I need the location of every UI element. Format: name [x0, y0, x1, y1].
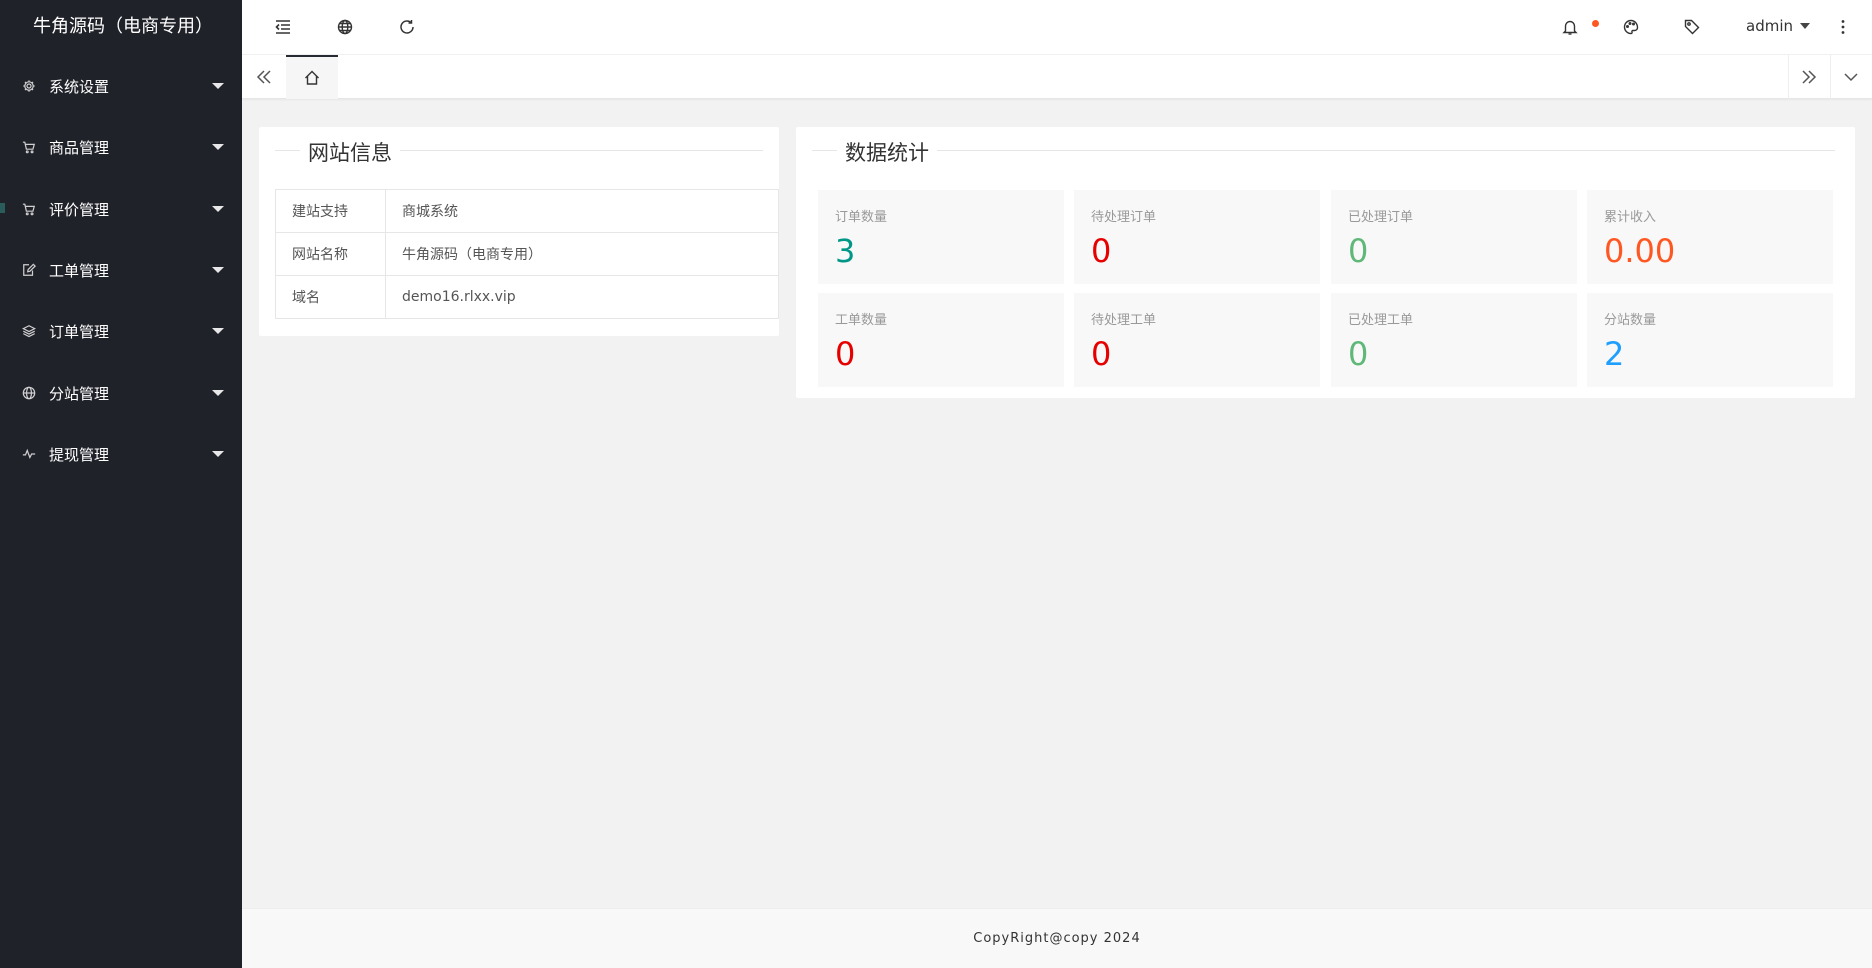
- top-header: admin: [242, 0, 1872, 55]
- username-label: admin: [1746, 17, 1793, 35]
- stat-value: 0.00: [1604, 232, 1676, 270]
- stat-label: 待处理订单: [1091, 210, 1157, 225]
- caret-down-icon: [212, 83, 224, 89]
- tab-home[interactable]: [286, 55, 338, 99]
- tab-scroll-right-icon[interactable]: [1788, 55, 1828, 99]
- stat-label: 工单数量: [835, 313, 888, 328]
- info-value: 牛角源码（电商专用）: [385, 232, 779, 276]
- site-info-table: 建站支持 商城系统 网站名称 牛角源码（电商专用） 域名 demo16.rlxx…: [275, 189, 779, 319]
- tab-dropdown-icon[interactable]: [1830, 55, 1870, 99]
- sidebar-item-system-settings[interactable]: 系统设置: [0, 66, 242, 106]
- stat-pending-tickets[interactable]: 待处理工单 0: [1074, 293, 1320, 387]
- more-vertical-icon[interactable]: [1832, 16, 1854, 38]
- stat-label: 待处理工单: [1091, 313, 1157, 328]
- stat-value: 2: [1604, 335, 1625, 373]
- info-key: 域名: [275, 275, 386, 319]
- stat-value: 0: [835, 335, 856, 373]
- stat-label: 已处理订单: [1348, 210, 1414, 225]
- pulse-icon: [21, 446, 37, 462]
- table-row: 网站名称 牛角源码（电商专用）: [275, 232, 779, 276]
- sidebar-item-label: 订单管理: [49, 322, 110, 341]
- stat-value: 3: [835, 232, 856, 270]
- info-value: demo16.rlxx.vip: [385, 275, 779, 319]
- site-info-card: 网站信息 建站支持 商城系统 网站名称 牛角源码（电商专用） 域名 demo16…: [259, 127, 779, 336]
- sidebar-item-ticket-management[interactable]: 工单管理: [0, 250, 242, 290]
- copyright-text: CopyRight@copy 2024: [973, 931, 1141, 946]
- globe-icon[interactable]: [334, 16, 356, 38]
- stat-ticket-count[interactable]: 工单数量 0: [818, 293, 1064, 387]
- stat-value: 0: [1091, 335, 1112, 373]
- home-icon: [305, 70, 319, 85]
- notification-dot: [1592, 20, 1599, 27]
- tab-bar: [242, 55, 1872, 99]
- sidebar-item-review-management[interactable]: 评价管理: [0, 189, 242, 229]
- sidebar-item-label: 评价管理: [49, 200, 110, 219]
- sidebar-item-order-management[interactable]: 订单管理: [0, 311, 242, 351]
- tab-scroll-left-icon[interactable]: [244, 55, 284, 99]
- menu-collapse-icon[interactable]: [272, 16, 294, 38]
- info-key: 网站名称: [275, 232, 386, 276]
- table-row: 域名 demo16.rlxx.vip: [275, 275, 779, 319]
- caret-down-icon: [212, 328, 224, 334]
- caret-down-icon: [1800, 23, 1810, 29]
- site-info-header: 网站信息: [259, 127, 779, 173]
- layers-icon: [21, 323, 37, 339]
- gear-icon: [21, 78, 37, 94]
- caret-down-icon: [212, 390, 224, 396]
- stat-label: 累计收入: [1604, 210, 1657, 225]
- palette-icon[interactable]: [1620, 16, 1642, 38]
- info-value: 商城系统: [385, 189, 779, 233]
- sidebar-item-product-management[interactable]: 商品管理: [0, 127, 242, 167]
- stat-processed-orders[interactable]: 已处理订单 0: [1331, 190, 1577, 284]
- stat-order-count[interactable]: 订单数量 3: [818, 190, 1064, 284]
- stats-header: 数据统计: [796, 127, 1855, 173]
- sidebar-item-label: 提现管理: [49, 445, 110, 464]
- info-key: 建站支持: [275, 189, 386, 233]
- cart-icon: [21, 139, 37, 155]
- refresh-icon[interactable]: [396, 16, 418, 38]
- table-row: 建站支持 商城系统: [275, 189, 779, 233]
- tag-icon[interactable]: [1681, 16, 1703, 38]
- sidebar-item-label: 商品管理: [49, 138, 110, 157]
- stat-pending-orders[interactable]: 待处理订单 0: [1074, 190, 1320, 284]
- stat-substation-count[interactable]: 分站数量 2: [1587, 293, 1833, 387]
- stat-value: 0: [1348, 335, 1369, 373]
- stat-value: 0: [1091, 232, 1112, 270]
- edit-icon: [21, 262, 37, 278]
- site-info-title: 网站信息: [300, 137, 400, 167]
- cart-icon: [21, 201, 37, 217]
- caret-down-icon: [212, 144, 224, 150]
- caret-down-icon: [212, 267, 224, 273]
- stat-label: 已处理工单: [1348, 313, 1414, 328]
- sidebar-item-substation-management[interactable]: 分站管理: [0, 373, 242, 413]
- sidebar-item-label: 工单管理: [49, 261, 110, 280]
- stat-processed-tickets[interactable]: 已处理工单 0: [1331, 293, 1577, 387]
- app-logo-title[interactable]: 牛角源码（电商专用）: [0, 0, 242, 54]
- bell-icon[interactable]: [1559, 16, 1581, 38]
- stat-value: 0: [1348, 232, 1369, 270]
- sidebar-item-withdrawal-management[interactable]: 提现管理: [0, 434, 242, 474]
- stats-card: 数据统计 订单数量 3 待处理订单 0 已处理订单 0 累计收入 0.00 工单…: [796, 127, 1855, 398]
- caret-down-icon: [212, 206, 224, 212]
- stat-label: 分站数量: [1604, 313, 1657, 328]
- globe-icon: [21, 385, 37, 401]
- stat-label: 订单数量: [835, 210, 888, 225]
- sidebar-item-label: 分站管理: [49, 384, 110, 403]
- sidebar: 牛角源码（电商专用） 系统设置 商品管理 评价管理 工单管理 订单管理 分站管理…: [0, 0, 242, 968]
- caret-down-icon: [212, 451, 224, 457]
- stat-total-income[interactable]: 累计收入 0.00: [1587, 190, 1833, 284]
- sidebar-item-label: 系统设置: [49, 77, 110, 96]
- user-menu[interactable]: admin: [1746, 17, 1810, 35]
- footer: CopyRight@copy 2024: [242, 908, 1872, 968]
- stats-title: 数据统计: [837, 137, 937, 167]
